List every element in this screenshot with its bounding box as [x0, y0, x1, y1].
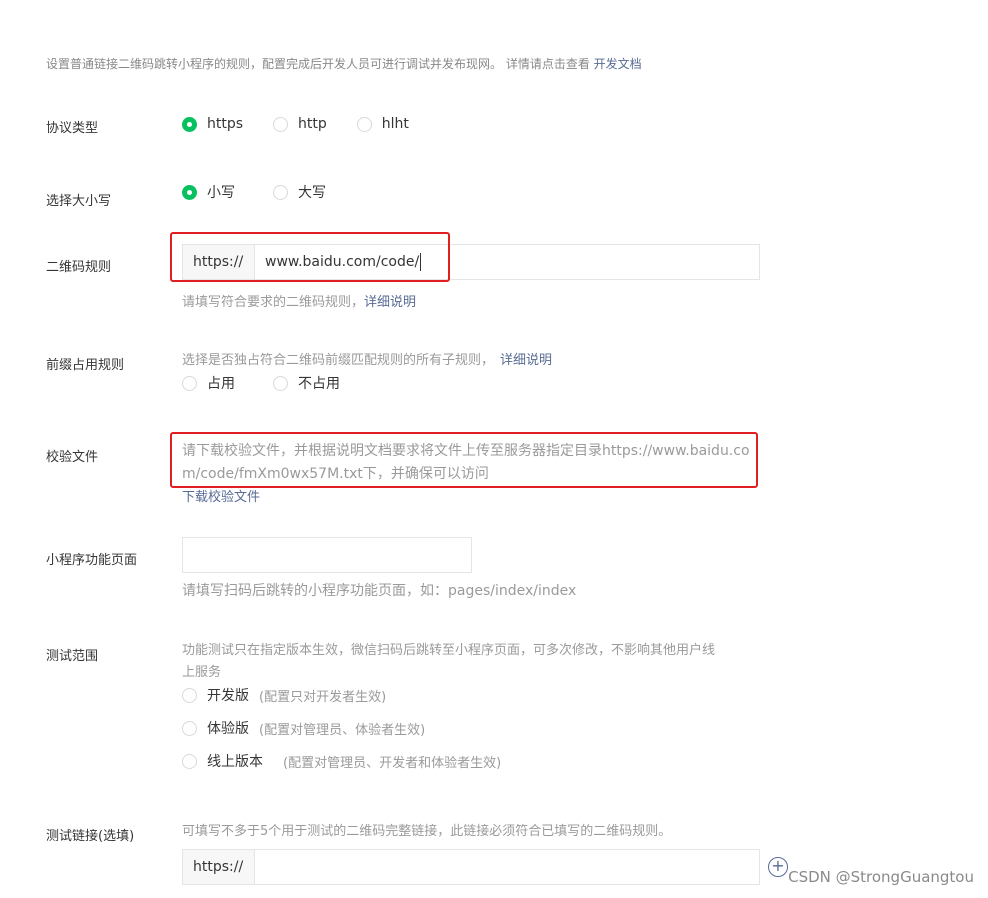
intro-text: 设置普通链接二维码跳转小程序的规则，配置完成后开发人员可进行调试并发布现网。 详…: [46, 55, 642, 72]
test-scope-desc-line1: 功能测试只在指定版本生效，微信扫码后跳转至小程序页面，可多次修改，不影响其他用户…: [182, 643, 716, 658]
intro-description: 设置普通链接二维码跳转小程序的规则，配置完成后开发人员可进行调试并发布现网。 详…: [46, 57, 590, 71]
test-scope-radio-release[interactable]: 线上版本 (配置对管理员、开发者和体验者生效): [182, 751, 501, 771]
radio-unchecked-icon: [182, 687, 197, 703]
case-label: 选择大小写: [46, 194, 112, 209]
test-link-prefix: https://: [183, 850, 255, 884]
prefix-rule-radio-occupy[interactable]: 占用: [182, 373, 235, 393]
protocol-radio-hlht[interactable]: hlht: [356, 116, 409, 132]
annotation-highlight-box: [170, 232, 450, 282]
test-scope-label: 测试范围: [46, 649, 99, 664]
test-link-input-group: https://: [182, 849, 760, 885]
radio-unchecked-icon: [182, 720, 197, 736]
radio-unchecked-icon: [273, 116, 289, 132]
radio-unchecked-icon: [182, 753, 197, 769]
test-scope-desc-line2: 上服务: [182, 665, 222, 680]
prefix-rule-radio-group: 占用 不占用: [182, 373, 370, 393]
mp-page-label: 小程序功能页面: [46, 553, 138, 568]
qr-rule-hint: 请填写符合要求的二维码规则，详细说明: [182, 295, 417, 310]
radio-unchecked-icon: [273, 375, 288, 391]
qr-rule-detail-link[interactable]: 详细说明: [364, 295, 416, 310]
prefix-rule-hint: 选择是否独占符合二维码前缀匹配规则的所有子规则， 详细说明: [182, 353, 553, 368]
case-radio-group: 小写 大写: [182, 182, 356, 202]
verify-file-label: 校验文件: [46, 450, 99, 465]
prefix-rule-label: 前缀占用规则: [46, 358, 125, 373]
radio-unchecked-icon: [356, 116, 372, 132]
dev-docs-link[interactable]: 开发文档: [594, 57, 642, 71]
add-test-link-icon[interactable]: +: [768, 857, 788, 877]
test-scope-radio-dev[interactable]: 开发版 (配置只对开发者生效): [182, 685, 386, 705]
test-link-hint: 可填写不多于5个用于测试的二维码完整链接，此链接必须符合已填写的二维码规则。: [182, 824, 672, 839]
test-link-label: 测试链接(选填): [46, 829, 135, 844]
mp-page-input[interactable]: [182, 537, 472, 573]
prefix-rule-radio-not-occupy[interactable]: 不占用: [273, 373, 340, 393]
radio-unchecked-icon: [273, 184, 288, 200]
qr-rule-label: 二维码规则: [46, 260, 112, 275]
protocol-radio-group: https http hlht: [182, 116, 439, 132]
test-scope-radio-trial[interactable]: 体验版 (配置对管理员、体验者生效): [182, 718, 425, 738]
protocol-label: 协议类型: [46, 121, 99, 136]
test-link-input[interactable]: [255, 850, 759, 884]
prefix-rule-detail-link[interactable]: 详细说明: [500, 353, 552, 368]
protocol-radio-http[interactable]: http: [273, 116, 327, 132]
protocol-radio-https[interactable]: https: [182, 116, 243, 132]
annotation-highlight-box: [170, 432, 758, 488]
case-radio-lowercase[interactable]: 小写: [182, 182, 235, 202]
radio-checked-icon: [182, 184, 197, 200]
watermark: CSDN @StrongGuangtou: [788, 868, 974, 886]
radio-checked-icon: [182, 116, 197, 132]
radio-unchecked-icon: [182, 375, 197, 391]
download-verify-file-link[interactable]: 下载校验文件: [182, 486, 260, 505]
mp-page-hint: 请填写扫码后跳转的小程序功能页面，如：pages/index/index: [182, 583, 577, 599]
case-radio-uppercase[interactable]: 大写: [273, 182, 326, 202]
